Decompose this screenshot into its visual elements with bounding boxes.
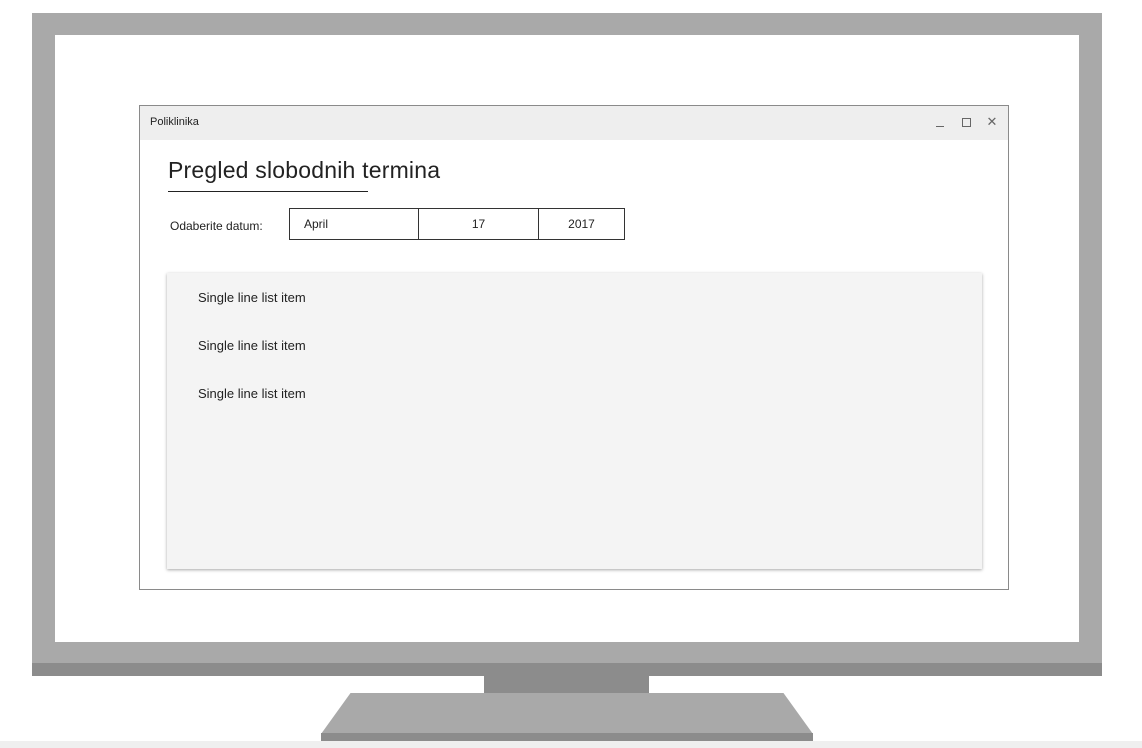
list-item[interactable]: Single line list item: [198, 338, 306, 353]
date-picker: April 17 2017: [289, 208, 625, 240]
title-underline: [168, 191, 368, 192]
monitor-chin: [32, 663, 1102, 676]
app-window: Poliklinika ✕ Pregled slobodnih termina …: [139, 105, 1009, 590]
list-item[interactable]: Single line list item: [198, 290, 306, 305]
window-controls: ✕: [934, 114, 998, 130]
list-item[interactable]: Single line list item: [198, 386, 306, 401]
date-label: Odaberite datum:: [170, 219, 263, 233]
floor: [0, 741, 1142, 748]
monitor-base: [321, 693, 813, 734]
monitor-mockup: Poliklinika ✕ Pregled slobodnih termina …: [0, 0, 1142, 748]
window-titlebar[interactable]: Poliklinika ✕: [140, 106, 1008, 140]
monitor-base-foot: [321, 733, 813, 741]
page-title: Pregled slobodnih termina: [168, 157, 441, 183]
window-title: Poliklinika: [150, 116, 199, 128]
maximize-icon[interactable]: [960, 114, 972, 130]
close-icon[interactable]: ✕: [986, 114, 998, 130]
minimize-icon[interactable]: [934, 114, 946, 130]
year-field[interactable]: 2017: [539, 209, 624, 239]
day-field[interactable]: 17: [419, 209, 539, 239]
month-field[interactable]: April: [290, 209, 419, 239]
appointment-list: Single line list item Single line list i…: [167, 273, 982, 569]
